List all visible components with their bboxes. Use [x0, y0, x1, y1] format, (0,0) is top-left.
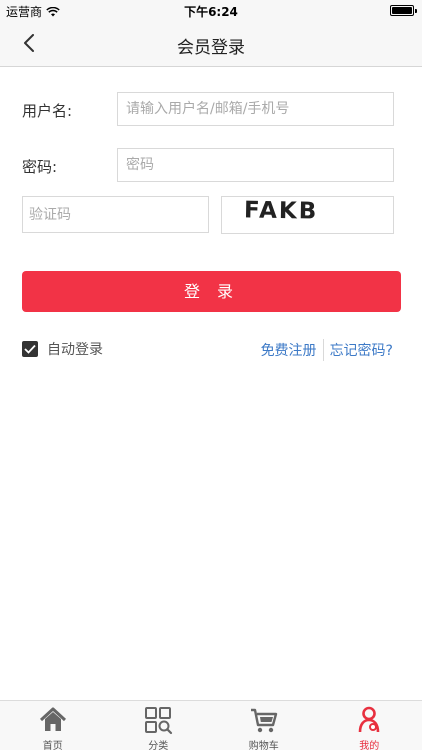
status-time: 下午6:24 — [184, 5, 238, 19]
username-row: 用户名: — [22, 92, 394, 126]
page-title: 会员登录 — [177, 38, 245, 58]
tab-category-label: 分类 — [148, 741, 169, 750]
battery-icon — [390, 5, 417, 16]
category-icon — [145, 707, 173, 735]
captcha-input[interactable] — [22, 196, 209, 233]
tab-mine-label: 我的 — [359, 741, 380, 750]
password-input[interactable] — [117, 148, 394, 182]
username-label: 用户名: — [22, 102, 73, 120]
status-bar: 运营商 下午6:24 — [0, 0, 422, 20]
login-button[interactable]: 登 录 — [22, 271, 401, 312]
cart-icon — [250, 708, 277, 733]
captcha-text: FAKB — [243, 197, 319, 225]
user-icon — [358, 706, 380, 733]
tab-home-label: 首页 — [42, 741, 63, 750]
captcha-image[interactable]: FAKB — [221, 196, 394, 234]
tab-mine[interactable]: 我的 — [317, 701, 422, 750]
auto-login-label: 自动登录 — [47, 342, 103, 358]
checkmark-icon — [24, 344, 36, 354]
tab-cart-label: 购物车 — [248, 741, 279, 750]
link-divider — [322, 339, 324, 361]
tab-bar: 首页 分类 购物车 我的 — [0, 700, 422, 750]
home-icon — [39, 707, 66, 731]
password-row: 密码: — [22, 148, 394, 182]
tab-category[interactable]: 分类 — [106, 701, 212, 750]
auto-login-checkbox[interactable] — [22, 341, 38, 357]
tab-home[interactable]: 首页 — [0, 701, 106, 750]
forgot-password-link[interactable]: 忘记密码? — [330, 340, 393, 360]
username-input[interactable] — [117, 92, 394, 126]
auto-login-toggle[interactable]: 自动登录 — [22, 339, 103, 359]
nav-bar: 会员登录 — [0, 20, 422, 67]
tab-cart[interactable]: 购物车 — [211, 701, 317, 750]
password-label: 密码: — [22, 158, 58, 176]
register-link[interactable]: 免费注册 — [261, 340, 317, 360]
account-links: 免费注册 忘记密码? — [261, 339, 393, 361]
